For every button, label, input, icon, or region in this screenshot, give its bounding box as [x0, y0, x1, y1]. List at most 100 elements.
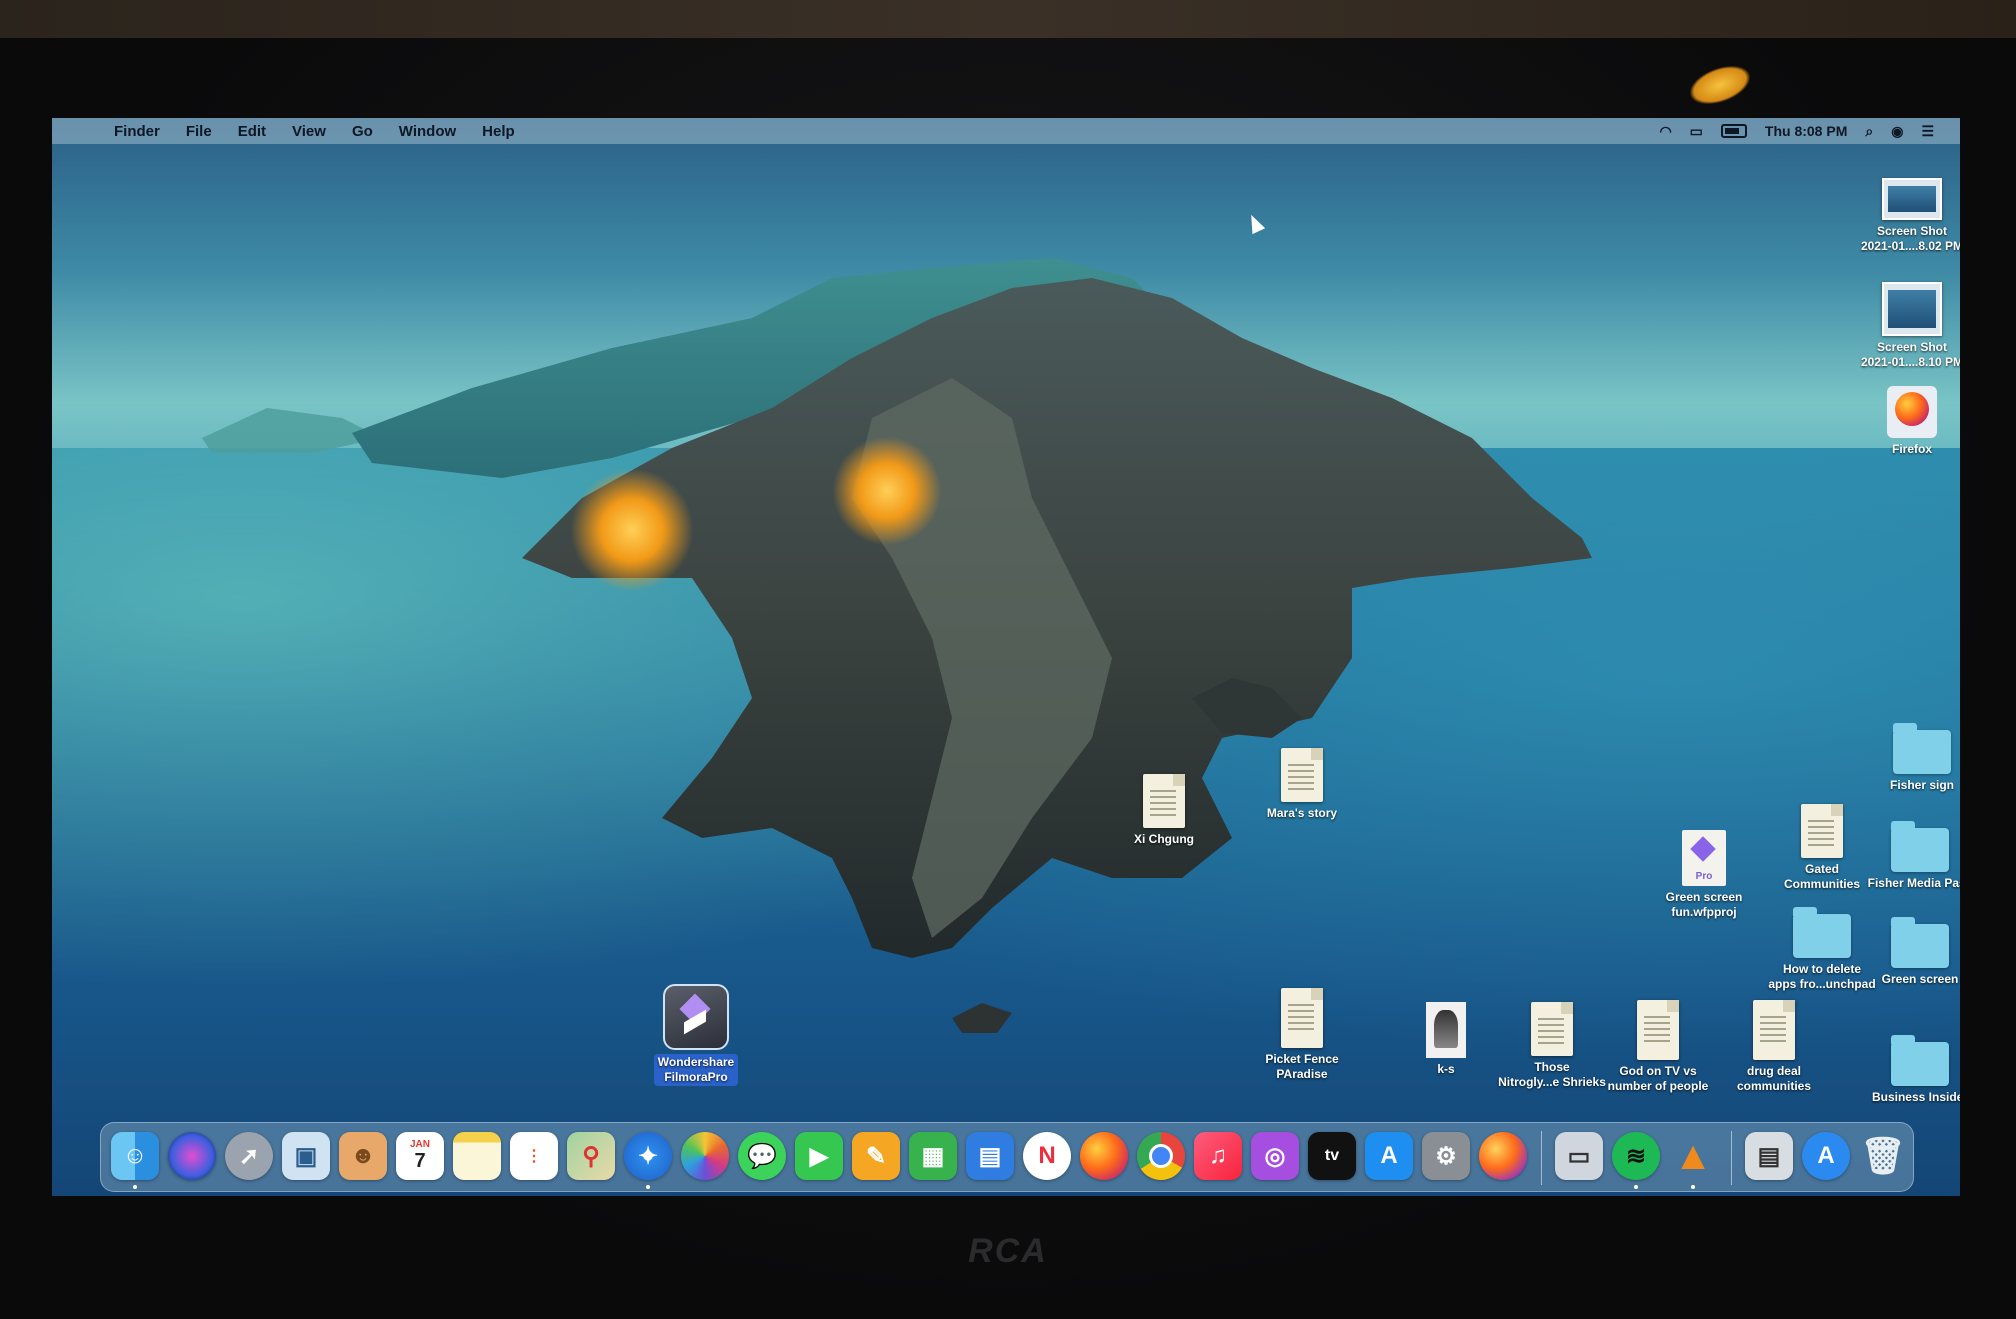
desktop-app-filmora[interactable]: Wondershare FilmoraPro: [636, 984, 756, 1086]
wall-background: [0, 0, 2016, 38]
dock-tv-icon[interactable]: tv: [1308, 1132, 1356, 1180]
dock-notes-icon[interactable]: [453, 1132, 501, 1180]
dock-pages-icon[interactable]: ✎: [852, 1132, 900, 1180]
menu-go[interactable]: Go: [352, 123, 373, 140]
menu-view[interactable]: View: [292, 123, 326, 140]
dock-system-preferences-icon[interactable]: ⚙: [1422, 1132, 1470, 1180]
dock-chrome-icon[interactable]: [1137, 1132, 1185, 1180]
dock-calendar-icon[interactable]: JAN 7: [396, 1132, 444, 1180]
green-screen-proj-label: Green screen fun.wfpproj: [1665, 890, 1743, 919]
dock-photos-icon[interactable]: [681, 1132, 729, 1180]
dock-spotify-icon[interactable]: ≋: [1612, 1132, 1660, 1180]
battery-icon[interactable]: [1720, 124, 1747, 138]
dock-facetime-icon[interactable]: ▶: [795, 1132, 843, 1180]
tv-brand-logo: RCA: [968, 1232, 1048, 1270]
desktop-firefox-label: Firefox: [1891, 442, 1932, 456]
desktop-folder-how-to-delete[interactable]: How to delete apps fro...unchpad: [1762, 907, 1882, 992]
menu-finder[interactable]: Finder: [114, 123, 160, 140]
dock-numbers-icon[interactable]: ▦: [909, 1132, 957, 1180]
airplay-icon[interactable]: ▭: [1690, 123, 1703, 140]
lamp-glare-right: [832, 436, 942, 546]
menu-window[interactable]: Window: [399, 123, 456, 140]
desktop-doc-god-on-tv[interactable]: God on TV vs number of people: [1598, 1000, 1718, 1094]
dock-firefox-developer-icon[interactable]: [1479, 1132, 1527, 1180]
dock-launchpad-icon[interactable]: ➚: [225, 1132, 273, 1180]
firefox-icon: [1887, 386, 1937, 438]
drug-deal-label: drug deal communities: [1736, 1064, 1811, 1093]
dock-vlc-icon[interactable]: ▲: [1669, 1132, 1717, 1180]
dock-contacts-icon[interactable]: ☻: [339, 1132, 387, 1180]
dock-podcasts-icon[interactable]: ◎: [1251, 1132, 1299, 1180]
filmora-project-icon: Pro: [1682, 830, 1726, 886]
how-to-delete-label: How to delete apps fro...unchpad: [1768, 962, 1876, 991]
desktop-firefox[interactable]: Firefox: [1852, 386, 1960, 457]
user-icon[interactable]: ◉: [1891, 123, 1903, 140]
wifi-icon[interactable]: ◠: [1659, 123, 1671, 140]
desktop-doc-picket-fence[interactable]: Picket Fence PAradise: [1242, 988, 1362, 1082]
calendar-day: 7: [414, 1150, 426, 1172]
dock: ☺ ➚ ▣ ☻ JAN 7 ⋮ ⚲ ✦ 💬 ▶ ✎ ▦ ▤ N ♫ ◎ tv A…: [100, 1122, 1914, 1192]
dock-finder-icon[interactable]: ☺: [111, 1132, 159, 1180]
gated-communities-label: Gated Communities: [1783, 862, 1860, 891]
menu-edit[interactable]: Edit: [238, 123, 266, 140]
mac-screen: Finder File Edit View Go Window Help ◠ ▭…: [52, 118, 1960, 1196]
menu-file[interactable]: File: [186, 123, 212, 140]
folder-icon: [1893, 723, 1951, 774]
desktop-screenshot-2-label: Screen Shot 2021-01....8.10 PM: [1860, 340, 1960, 369]
desktop-doc-k-s[interactable]: k-s: [1386, 1002, 1506, 1077]
dock-appstore-icon[interactable]: A: [1365, 1132, 1413, 1180]
menu-clock[interactable]: Thu 8:08 PM: [1765, 123, 1847, 139]
desktop-folder-business-insider[interactable]: Business Insider: [1860, 1035, 1960, 1105]
document-icon: [1531, 1002, 1573, 1056]
dock-firefox-icon[interactable]: [1080, 1132, 1128, 1180]
dock-keynote-icon[interactable]: ▤: [966, 1132, 1014, 1180]
screenshot-thumbnail: [1882, 282, 1942, 336]
tv-bezel: RCA Finder File Edit View Go Window Help…: [0, 0, 2016, 1319]
dock-preview-icon[interactable]: ▣: [282, 1132, 330, 1180]
picket-fence-label: Picket Fence PAradise: [1265, 1052, 1339, 1081]
search-icon[interactable]: ⌕: [1865, 123, 1873, 140]
dock-separator: [1731, 1131, 1732, 1185]
maras-story-label: Mara's story: [1266, 806, 1338, 820]
tv-label: tv: [1324, 1147, 1340, 1164]
desktop-doc-maras-story[interactable]: Mara's story: [1242, 748, 1362, 821]
control-center-icon[interactable]: ☰: [1921, 123, 1934, 140]
those-nitrogly-label: Those Nitrogly...e Shrieks: [1498, 1060, 1606, 1089]
dock-applications-icon[interactable]: A: [1802, 1132, 1850, 1180]
desktop-doc-gated-communities[interactable]: Gated Communities: [1762, 804, 1882, 892]
desktop-folder-fisher-sign[interactable]: Fisher sign: [1862, 723, 1960, 793]
document-icon: [1753, 1000, 1795, 1060]
menu-extras: ◠ ▭ Thu 8:08 PM ⌕ ◉ ☰: [1659, 118, 1934, 144]
portrait-thumbnail: [1426, 1002, 1466, 1058]
pro-badge: Pro: [1695, 871, 1713, 882]
folder-icon: [1891, 821, 1949, 872]
desktop-doc-drug-deal[interactable]: drug deal communities: [1714, 1000, 1834, 1094]
menu-bar: Finder File Edit View Go Window Help ◠ ▭…: [52, 118, 1960, 144]
fisher-sign-label: Fisher sign: [1889, 778, 1954, 792]
document-icon: [1281, 748, 1323, 802]
folder-icon: [1891, 1035, 1949, 1086]
desktop-screenshot-1[interactable]: Screen Shot 2021-01....8.02 PM: [1852, 178, 1960, 254]
dock-safari-icon[interactable]: ✦: [624, 1132, 672, 1180]
desktop-doc-those-nitrogly[interactable]: Those Nitrogly...e Shrieks: [1492, 1002, 1612, 1090]
desktop-screenshot-2[interactable]: Screen Shot 2021-01....8.10 PM: [1852, 282, 1960, 370]
k-s-label: k-s: [1437, 1062, 1455, 1076]
dock-reminders-icon[interactable]: ⋮: [510, 1132, 558, 1180]
dock-maps-icon[interactable]: ⚲: [567, 1132, 615, 1180]
menu-help[interactable]: Help: [482, 123, 515, 140]
dock-downloads-icon[interactable]: ▤: [1745, 1132, 1793, 1180]
business-insider-label: Business Insider: [1871, 1090, 1960, 1104]
dock-siri-icon[interactable]: [168, 1132, 216, 1180]
god-on-tv-label: God on TV vs number of people: [1607, 1064, 1709, 1093]
lamp-glare-left: [570, 468, 694, 592]
dock-messages-icon[interactable]: 💬: [738, 1132, 786, 1180]
dock-music-icon[interactable]: ♫: [1194, 1132, 1242, 1180]
dock-trash-icon[interactable]: 🗑: [1859, 1132, 1907, 1180]
dock-separator: [1541, 1131, 1542, 1185]
desktop-project-green-screen[interactable]: Pro Green screen fun.wfpproj: [1644, 830, 1764, 920]
calendar-month: JAN: [409, 1139, 430, 1150]
dock-news-icon[interactable]: N: [1023, 1132, 1071, 1180]
document-icon: [1143, 774, 1185, 828]
dock-image-capture-icon[interactable]: ▭: [1555, 1132, 1603, 1180]
desktop-doc-xi-chgung[interactable]: Xi Chgung: [1104, 774, 1224, 847]
